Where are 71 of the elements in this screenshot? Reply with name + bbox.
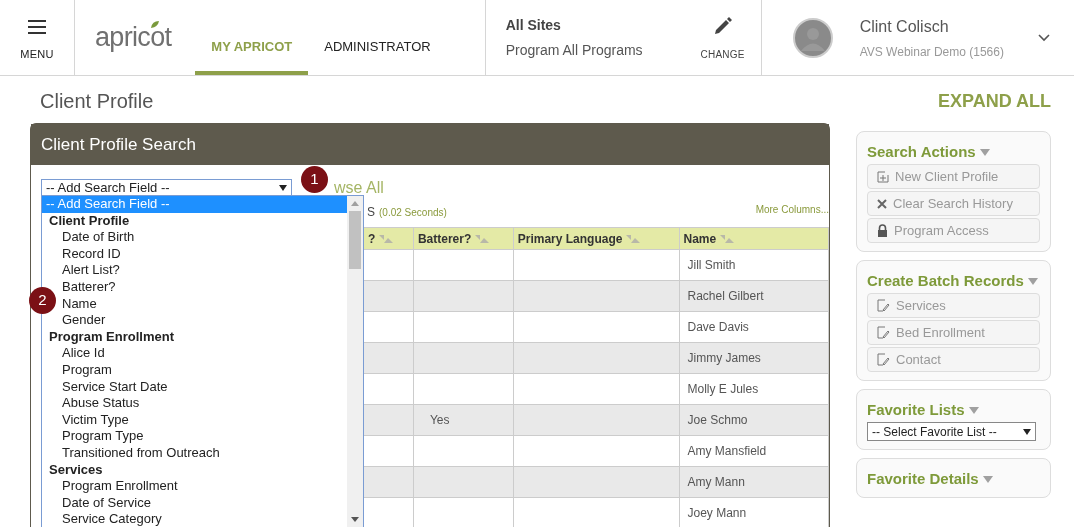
table-cell: Rachel Gilbert <box>687 289 764 303</box>
table-cell: Amy Mansfield <box>687 444 767 458</box>
dropdown-option[interactable]: Record ID <box>62 245 121 263</box>
logo[interactable]: apricot <box>95 17 172 58</box>
caret-icon <box>979 148 990 156</box>
dropdown-option[interactable]: Alert List? <box>62 262 120 279</box>
dropdown-option[interactable]: Gender <box>62 312 106 329</box>
table-cell: Dave Davis <box>687 320 749 334</box>
dropdown-option[interactable]: Program <box>62 361 112 379</box>
scroll-down-icon[interactable] <box>351 517 359 522</box>
scroll-up-icon[interactable] <box>351 201 359 206</box>
edit-document-icon <box>877 326 890 339</box>
sort-icon <box>475 235 490 244</box>
table-cell: Molly E Jules <box>687 382 759 396</box>
scrollbar-thumb[interactable] <box>349 211 361 269</box>
dropdown-option[interactable]: Alice Id <box>62 345 105 362</box>
lock-icon <box>877 224 888 237</box>
dropdown-arrow-icon <box>1023 428 1031 435</box>
dropdown-option[interactable]: Program Type <box>62 428 144 445</box>
table-cell: Jill Smith <box>687 258 736 272</box>
dropdown-option[interactable]: Service Category <box>62 511 162 527</box>
favorite-list-select[interactable]: -- Select Favorite List -- <box>867 422 1036 441</box>
user-organization: AVS Webinar Demo (1566) <box>859 43 1005 61</box>
option-group: Services <box>42 461 347 479</box>
sort-icon <box>379 235 394 244</box>
table-cell: Joey Mann <box>687 506 747 520</box>
change-button[interactable]: CHANGE <box>684 0 761 75</box>
callout-badge: 1 <box>301 166 328 193</box>
dropdown-option[interactable]: Transitioned from Outreach <box>62 444 220 462</box>
menu-button[interactable]: MENU <box>0 0 75 75</box>
dropdown-option[interactable]: Service Start Date <box>62 378 168 396</box>
dropdown-option[interactable]: Date of Birth <box>62 229 135 246</box>
edit-document-icon <box>877 299 890 312</box>
sort-icon <box>626 235 641 244</box>
dropdown-option[interactable]: Program Enrollment <box>62 478 178 495</box>
edit-document-icon <box>877 353 890 366</box>
sort-icon <box>720 235 735 244</box>
table-cell: Yes <box>429 413 450 427</box>
option-group: Program Enrollment <box>42 328 347 346</box>
column-header[interactable]: Name <box>679 227 829 250</box>
user-name: Clint Colisch <box>859 16 950 37</box>
scrollbar[interactable] <box>347 196 363 527</box>
avatar-icon[interactable] <box>792 17 833 58</box>
column-header[interactable]: Batterer? <box>413 227 514 250</box>
table-cell: Jimmy James <box>687 351 761 365</box>
add-icon <box>877 170 889 183</box>
panel-title: Client Profile Search <box>41 133 196 156</box>
dropdown-arrow-icon <box>279 185 287 191</box>
site-title: All Sites <box>505 15 562 35</box>
dropdown-option[interactable]: Abuse Status <box>62 395 140 412</box>
pencil-icon <box>713 17 732 35</box>
option-group: Client Profile <box>42 212 347 230</box>
table-cell: Joe Schmo <box>687 413 748 427</box>
caret-icon <box>982 475 993 483</box>
nav-tab[interactable]: ADMINISTRATOR <box>308 0 447 75</box>
caret-icon <box>1027 277 1038 285</box>
table-cell: Amy Mann <box>687 475 745 489</box>
column-header[interactable]: Primary Language <box>513 227 679 250</box>
results-label: S <box>367 204 375 221</box>
dropdown-option[interactable]: Batterer? <box>62 278 116 296</box>
menu-icon <box>28 20 46 35</box>
close-icon <box>877 198 887 209</box>
dropdown-option[interactable]: Date of Service <box>62 494 151 512</box>
dropdown-option[interactable]: Victim Type <box>62 411 129 429</box>
page-title: Client Profile <box>39 89 155 114</box>
callout-badge: 2 <box>29 287 56 314</box>
chevron-down-icon[interactable] <box>1037 33 1050 42</box>
dropdown-option[interactable]: Name <box>62 295 97 313</box>
program-label: Program All Programs <box>505 40 644 60</box>
results-time: (0.02 Seconds) <box>379 206 447 220</box>
caret-icon <box>968 406 979 414</box>
